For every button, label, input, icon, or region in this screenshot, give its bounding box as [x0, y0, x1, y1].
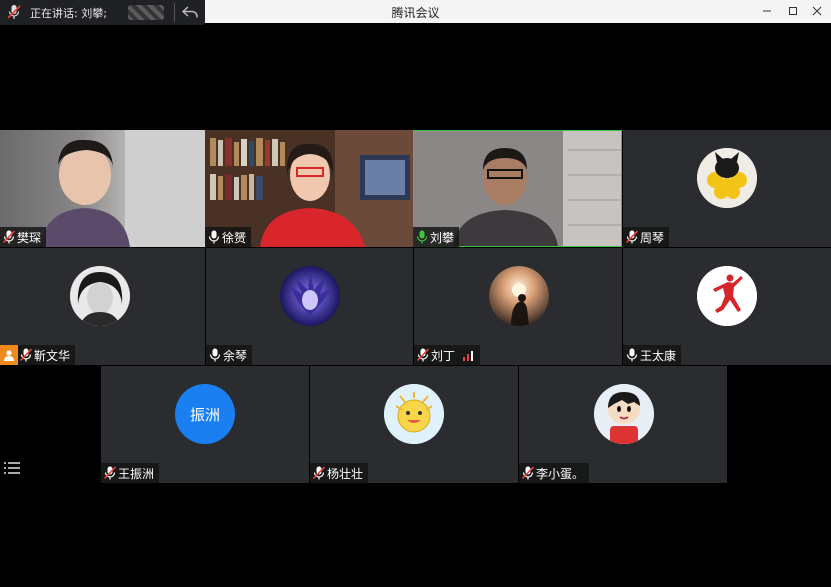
participant-name: 杨壮壮 — [327, 466, 364, 481]
participant-name: 王振洲 — [118, 466, 155, 481]
cat-icon — [697, 148, 757, 208]
participant-tile[interactable]: 李小蛋。 — [519, 366, 727, 483]
participant-tile[interactable]: 刘丁 — [414, 248, 622, 365]
participant-tile[interactable]: 杨壮壮 — [310, 366, 518, 483]
name-tag: 李小蛋。 — [519, 463, 590, 483]
mic-muted-icon — [20, 348, 32, 362]
minimize-button[interactable] — [756, 2, 778, 20]
participant-tile[interactable]: 周琴 — [623, 130, 831, 247]
back-arrow-icon[interactable] — [181, 4, 199, 20]
mic-muted-icon — [6, 4, 22, 24]
name-tag: 王振洲 — [101, 463, 160, 483]
anime-avatar — [280, 266, 340, 326]
participant-name: 周琴 — [640, 230, 665, 245]
video-tile[interactable]: 樊琛 — [0, 130, 205, 247]
speaking-indicator: 正在讲话: 刘攀; — [0, 0, 205, 25]
mic-muted-icon — [522, 466, 534, 480]
mic-muted-icon — [313, 466, 325, 480]
list-menu-icon[interactable] — [4, 460, 20, 479]
mic-muted-icon — [3, 230, 15, 244]
name-tag: 王太康 — [623, 345, 682, 365]
name-tag: 刘丁 — [414, 345, 481, 365]
cartoon-kid — [594, 384, 654, 444]
video-tile-active-speaker[interactable]: 刘攀 — [413, 130, 622, 247]
participant-tile[interactable]: 余琴 — [206, 248, 413, 365]
name-tag: 余琴 — [206, 345, 253, 365]
mic-muted-icon — [417, 348, 429, 362]
participant-name: 樊琛 — [17, 230, 42, 245]
mic-muted-icon — [104, 466, 116, 480]
name-tag: 樊琛 — [0, 227, 47, 247]
mic-icon — [208, 230, 220, 244]
mic-muted-icon — [626, 230, 638, 244]
divider — [174, 3, 175, 22]
participant-tile[interactable]: 振洲 王振洲 — [101, 366, 309, 483]
portrait-photo — [70, 266, 130, 326]
host-icon — [0, 345, 18, 365]
mic-speaking-icon — [416, 230, 428, 244]
name-tag: 徐赟 — [205, 227, 252, 247]
mic-icon — [209, 348, 221, 362]
name-tag: 杨壮壮 — [310, 463, 369, 483]
name-tag: 刘攀 — [413, 227, 460, 247]
signal-icon — [463, 350, 475, 361]
participant-name: 徐赟 — [222, 230, 247, 245]
video-tile[interactable]: 徐赟 — [205, 130, 413, 247]
participant-name: 刘攀 — [430, 230, 455, 245]
speaking-label: 正在讲话: 刘攀; — [30, 7, 107, 20]
maximize-button[interactable] — [782, 2, 804, 20]
participant-tile[interactable]: 靳文华 — [0, 248, 205, 365]
name-tag: 靳文华 — [0, 345, 76, 365]
name-tag: 周琴 — [623, 227, 670, 247]
avatar-initials: 振洲 — [175, 384, 235, 444]
smiley-cartoon — [384, 384, 444, 444]
blurred-name — [128, 5, 164, 20]
participant-tile[interactable]: 王太康 — [623, 248, 831, 365]
jumpman-logo — [697, 266, 757, 326]
mic-icon — [626, 348, 638, 362]
participant-name: 靳文华 — [34, 348, 71, 363]
participant-name: 刘丁 — [431, 348, 456, 363]
participant-name: 王太康 — [640, 348, 677, 363]
participant-name: 李小蛋。 — [536, 466, 585, 481]
sunset-avatar — [489, 266, 549, 326]
avatar-text: 振洲 — [189, 405, 220, 424]
participant-name: 余琴 — [223, 348, 248, 363]
close-button[interactable] — [806, 2, 828, 20]
